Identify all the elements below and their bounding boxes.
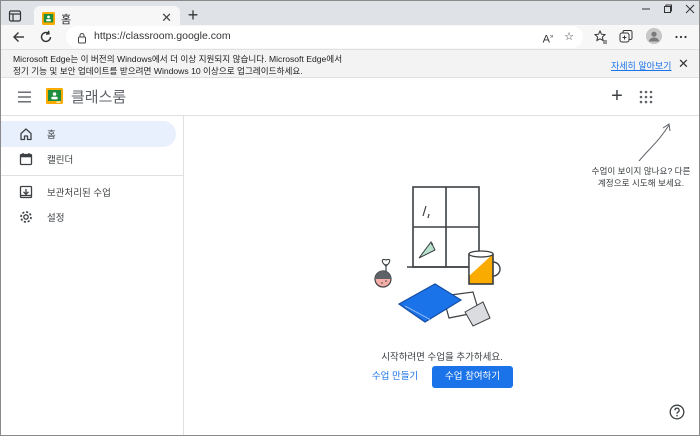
brand-name[interactable]: 클래스룸 [71,86,126,107]
classroom-favicon [42,12,55,25]
unsupported-os-infobar: Microsoft Edge는 이 버전의 Windows에서 더 이상 지원되… [1,49,699,78]
sidebar-divider [1,175,184,176]
url-text: https://classroom.google.com [94,30,231,42]
close-window-icon[interactable] [679,1,699,17]
hint-arrow-icon [638,123,671,162]
sidebar-item-label: 홈 [47,130,56,141]
favorites-icon[interactable] [593,29,609,45]
infobar-message-line2: 정기 기능 및 보안 업데이트를 받으려면 Windows 10 이상으로 업그… [13,66,303,76]
archive-icon [19,185,33,199]
calendar-icon [19,152,33,166]
tab-actions-icon[interactable] [7,8,23,24]
add-class-icon[interactable]: + [609,86,625,106]
read-aloud-icon[interactable]: A» [541,30,555,46]
create-class-button[interactable]: 수업 만들기 [365,366,425,388]
more-icon[interactable] [673,29,689,45]
lock-icon[interactable] [76,31,88,44]
sidebar: 홈 캘린더 보관처리된 수업 설정 [1,116,184,435]
back-icon[interactable] [11,29,27,45]
sidebar-item-settings[interactable]: 설정 [1,204,176,230]
empty-state-illustration [374,186,501,327]
settings-icon [19,210,33,224]
restore-icon[interactable] [657,1,679,17]
hamburger-menu-icon[interactable] [18,90,32,103]
profile-icon[interactable] [646,28,662,44]
infobar-close-icon[interactable]: ✕ [678,57,689,70]
sidebar-item-home[interactable]: 홈 [1,121,176,147]
infobar-message-line1: Microsoft Edge는 이 버전의 Windows에서 더 이상 지원되… [13,54,343,64]
hint-line1: 수업이 보이지 않나요? 다른 [591,166,691,176]
main-content: 수업이 보이지 않나요? 다른 계정으로 시도해 보세요. 시작하려면 수업을 … [185,116,699,435]
home-icon [19,127,33,141]
plus-icon[interactable]: + [184,6,202,24]
switch-account-hint: 수업이 보이지 않나요? 다른 계정으로 시도해 보세요. [585,165,697,189]
collections-icon[interactable] [618,29,634,45]
url-bar[interactable]: https://classroom.google.com A» ☆ [66,26,583,48]
empty-state-message: 시작하려면 수업을 추가하세요. [381,352,503,363]
sidebar-item-label: 설정 [47,213,65,224]
address-bar: https://classroom.google.com A» ☆ [1,25,699,49]
join-class-button[interactable]: 수업 참여하기 [432,366,513,388]
sidebar-item-calendar[interactable]: 캘린더 [1,146,176,172]
reload-icon[interactable] [38,29,54,45]
apps-grid-icon[interactable] [639,90,653,104]
add-favorite-icon[interactable]: ☆ [562,30,576,44]
learn-more-link[interactable]: 자세히 알아보기 [611,59,671,72]
classroom-logo[interactable] [46,88,63,104]
minimize-icon[interactable] [635,1,657,17]
close-icon[interactable]: ✕ [161,10,172,26]
sidebar-item-archived[interactable]: 보관처리된 수업 [1,179,176,205]
hint-line2: 계정으로 시도해 보세요. [597,178,685,188]
browser-window: 홈 ✕ + https://classroom.google.com A» ☆ [0,0,700,436]
classroom-header: 클래스룸 + [1,78,699,116]
help-icon[interactable] [669,404,685,420]
sidebar-item-label: 보관처리된 수업 [47,188,111,199]
sidebar-item-label: 캘린더 [47,155,74,166]
